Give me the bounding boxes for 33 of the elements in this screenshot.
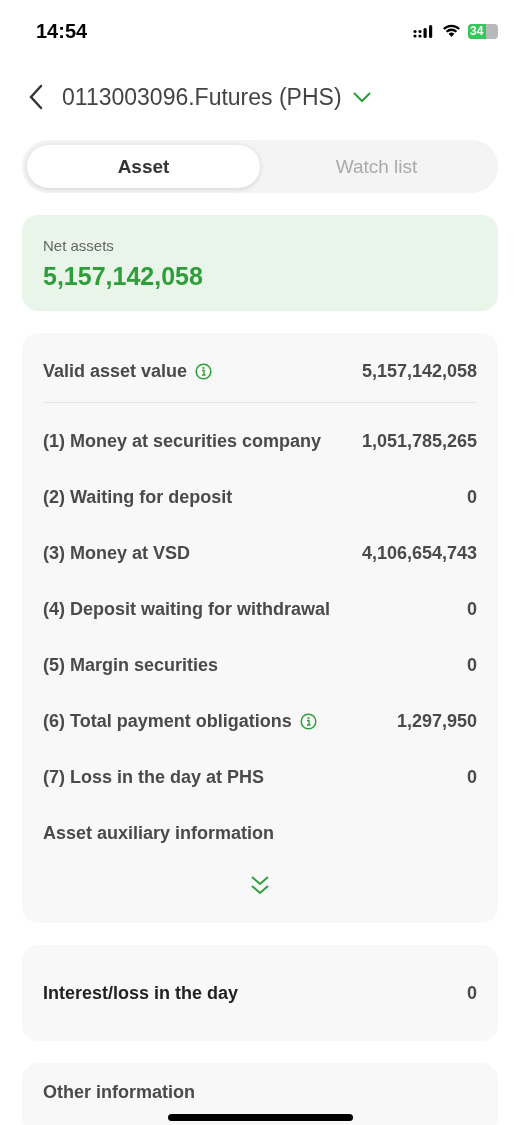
tab[interactable]: Asset (27, 145, 260, 188)
row-label: (3) Money at VSD (43, 542, 191, 564)
row-value: 5,157,142,058 (360, 360, 477, 382)
section-label: Asset auxiliary information (43, 822, 275, 844)
row-value: 0 (466, 982, 477, 1004)
info-icon[interactable] (195, 363, 213, 380)
double-chevron-icon[interactable] (249, 875, 271, 895)
row-label: (4) Deposit waiting for withdrawal (43, 598, 330, 620)
row-value: 0 (466, 598, 477, 620)
row-label: Interest/loss in the day (43, 982, 239, 1004)
wifi-icon (442, 24, 461, 38)
row-value: 1,051,785,265 (360, 430, 477, 452)
chevron-down-icon[interactable] (351, 91, 372, 103)
section-label: Other information (43, 1082, 195, 1102)
row-value: 0 (466, 654, 477, 676)
account-title[interactable]: 0113003096.Futures (PHS) (62, 83, 342, 111)
row-label: (2) Waiting for deposit (43, 486, 233, 508)
net-assets-value: 5,157,142,058 (43, 262, 204, 291)
row-label: (7) Loss in the day at PHS (43, 766, 265, 788)
row-label: (1) Money at securities company (43, 430, 322, 452)
info-icon[interactable] (299, 713, 317, 730)
status-time: 14:54 (36, 19, 88, 43)
battery-icon: 34 (468, 23, 498, 39)
row-label: Valid asset value (43, 360, 188, 382)
row-value: 4,106,654,743 (360, 542, 477, 564)
signal-icon (413, 24, 435, 38)
back-icon[interactable] (28, 84, 44, 110)
net-assets-label: Net assets (43, 237, 115, 254)
row-label: (6) Total payment obligations (43, 710, 292, 732)
row-label: (5) Margin securities (43, 654, 219, 676)
row-value: 0 (466, 766, 477, 788)
row-value: 0 (466, 486, 477, 508)
row-value: 1,297,950 (395, 710, 477, 732)
